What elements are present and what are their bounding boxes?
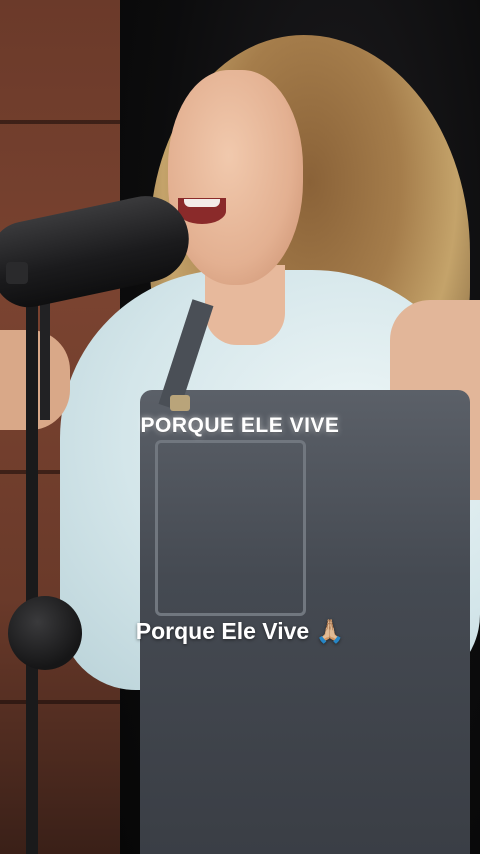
overalls-pocket [155,440,306,616]
video-overlay-title: PORQUE ELE VIVE [140,414,340,437]
overalls-buckle [170,395,190,411]
wall-seam [0,120,135,124]
mic-stand-arm [40,300,50,420]
microphone-badge [6,262,28,284]
singer-teeth [184,199,220,207]
singer-face [168,70,303,285]
video-caption: Porque Ele Vive 🙏🏼 [135,618,345,644]
video-frame[interactable]: PORQUE ELE VIVE Porque Ele Vive 🙏🏼 [0,0,480,854]
mic-stand [26,290,38,854]
wall-seam [0,700,135,704]
